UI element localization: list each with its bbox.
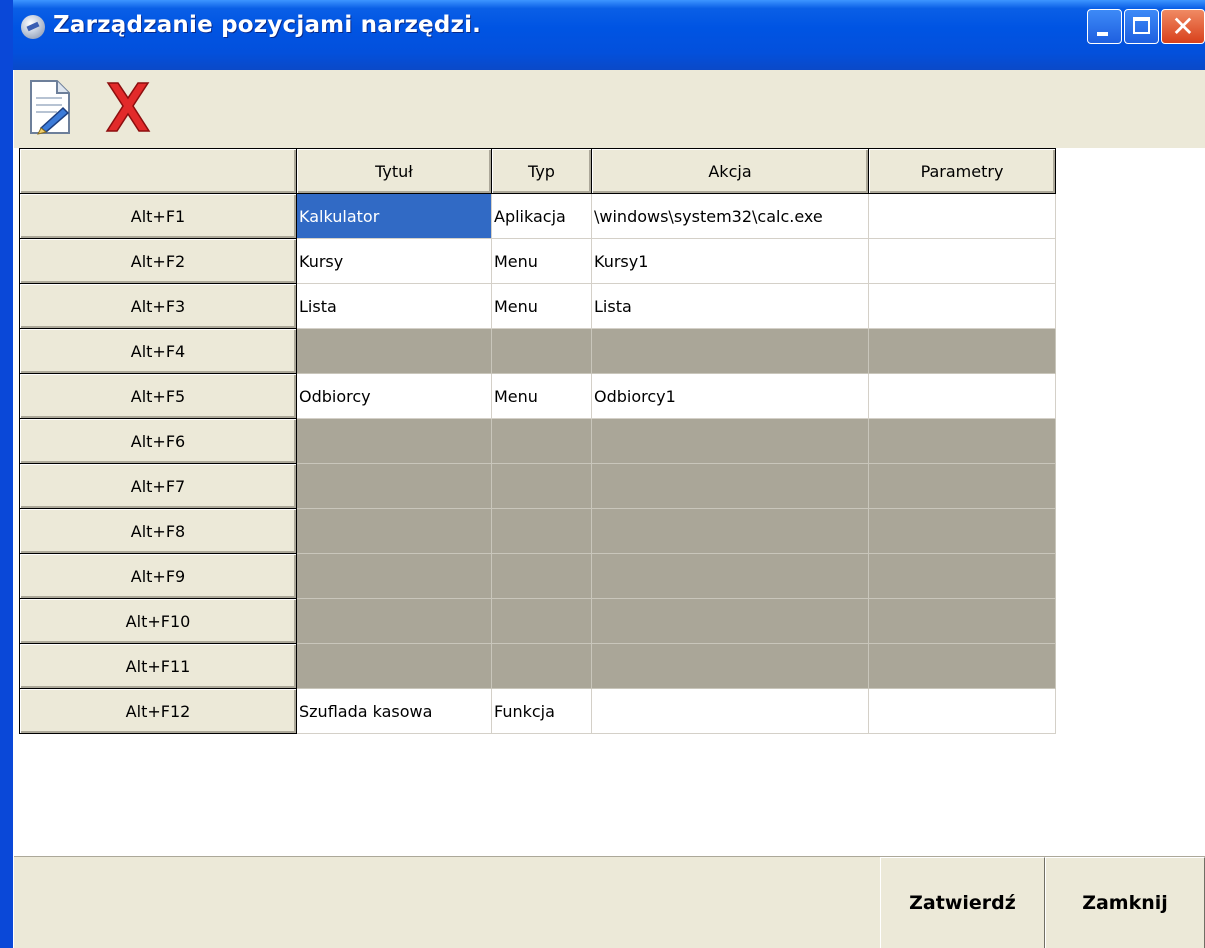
title-cell[interactable] — [296, 328, 492, 374]
action-cell[interactable] — [591, 463, 869, 509]
title-bar[interactable]: Zarządzanie pozycjami narzędzi. ✕ — [13, 0, 1205, 70]
table-row[interactable]: Alt+F4 — [19, 328, 1056, 374]
parameters-cell[interactable] — [868, 508, 1056, 554]
shortcuts-table: Tytuł Typ Akcja Parametry Alt+F1 Kalkula… — [19, 148, 1056, 734]
table-row[interactable]: Alt+F10 — [19, 598, 1056, 644]
action-cell[interactable] — [591, 643, 869, 689]
table-row[interactable]: Alt+F6 — [19, 418, 1056, 464]
row-header[interactable]: Alt+F8 — [19, 508, 297, 554]
close-icon: ✕ — [1171, 10, 1195, 43]
parameters-cell[interactable] — [868, 418, 1056, 464]
type-cell[interactable]: Menu — [491, 238, 592, 284]
type-cell[interactable] — [491, 463, 592, 509]
row-header[interactable]: Alt+F6 — [19, 418, 297, 464]
action-cell[interactable]: Lista — [591, 283, 869, 329]
new-document-icon — [30, 80, 70, 135]
row-header[interactable]: Alt+F1 — [19, 193, 297, 239]
table-row[interactable]: Alt+F9 — [19, 553, 1056, 599]
type-cell[interactable]: Menu — [491, 283, 592, 329]
column-header-type[interactable]: Typ — [491, 148, 592, 194]
parameters-cell[interactable] — [868, 193, 1056, 239]
title-cell[interactable]: Lista — [296, 283, 492, 329]
column-header-title[interactable]: Tytuł — [296, 148, 492, 194]
parameters-cell[interactable] — [868, 553, 1056, 599]
type-cell[interactable] — [491, 553, 592, 599]
type-cell[interactable] — [491, 598, 592, 644]
parameters-cell[interactable] — [868, 463, 1056, 509]
row-header[interactable]: Alt+F2 — [19, 238, 297, 284]
type-cell[interactable]: Aplikacja — [491, 193, 592, 239]
parameters-cell[interactable] — [868, 598, 1056, 644]
table-row[interactable]: Alt+F11 — [19, 643, 1056, 689]
window-title: Zarządzanie pozycjami narzędzi. — [53, 12, 482, 38]
action-cell[interactable] — [591, 553, 869, 599]
table-row[interactable]: Alt+F12 Szuflada kasowa Funkcja — [19, 688, 1056, 734]
table-row[interactable]: Alt+F1 Kalkulator Aplikacja \windows\sys… — [19, 193, 1056, 239]
row-header[interactable]: Alt+F11 — [19, 643, 297, 689]
parameters-cell[interactable] — [868, 238, 1056, 284]
action-cell[interactable] — [591, 688, 869, 734]
app-icon — [21, 15, 45, 39]
dialog-window: Zarządzanie pozycjami narzędzi. ✕ Tytuł … — [0, 0, 1205, 948]
row-header[interactable]: Alt+F5 — [19, 373, 297, 419]
bottom-bar: Zatwierdź Zamknij — [14, 856, 1205, 948]
maximize-button[interactable] — [1124, 9, 1159, 44]
row-header[interactable]: Alt+F12 — [19, 688, 297, 734]
title-cell[interactable] — [296, 463, 492, 509]
column-header-action[interactable]: Akcja — [591, 148, 869, 194]
row-header[interactable]: Alt+F9 — [19, 553, 297, 599]
title-cell[interactable]: Kursy — [296, 238, 492, 284]
type-cell[interactable] — [491, 418, 592, 464]
action-cell[interactable]: Odbiorcy1 — [591, 373, 869, 419]
title-cell[interactable] — [296, 643, 492, 689]
type-cell[interactable] — [491, 508, 592, 554]
parameters-cell[interactable] — [868, 688, 1056, 734]
table-header-row: Tytuł Typ Akcja Parametry — [19, 148, 1056, 194]
close-button[interactable]: Zamknij — [1045, 857, 1205, 948]
close-window-button[interactable]: ✕ — [1161, 9, 1205, 44]
confirm-button[interactable]: Zatwierdź — [880, 857, 1045, 948]
table-row[interactable]: Alt+F3 Lista Menu Lista — [19, 283, 1056, 329]
new-item-button[interactable] — [27, 78, 73, 136]
delete-item-button[interactable] — [102, 78, 154, 136]
parameters-cell[interactable] — [868, 328, 1056, 374]
action-cell[interactable]: \windows\system32\calc.exe — [591, 193, 869, 239]
title-cell[interactable]: Odbiorcy — [296, 373, 492, 419]
title-cell[interactable] — [296, 418, 492, 464]
parameters-cell[interactable] — [868, 643, 1056, 689]
title-cell[interactable] — [296, 598, 492, 644]
row-header[interactable]: Alt+F10 — [19, 598, 297, 644]
column-header-parameters[interactable]: Parametry — [868, 148, 1056, 194]
type-cell[interactable] — [491, 643, 592, 689]
parameters-cell[interactable] — [868, 283, 1056, 329]
action-cell[interactable] — [591, 598, 869, 644]
table-row[interactable]: Alt+F5 Odbiorcy Menu Odbiorcy1 — [19, 373, 1056, 419]
row-header[interactable]: Alt+F4 — [19, 328, 297, 374]
table-row[interactable]: Alt+F7 — [19, 463, 1056, 509]
window-frame-left-blue — [0, 0, 13, 948]
title-cell[interactable] — [296, 553, 492, 599]
type-cell[interactable]: Funkcja — [491, 688, 592, 734]
type-cell[interactable] — [491, 328, 592, 374]
row-header[interactable]: Alt+F3 — [19, 283, 297, 329]
table-row[interactable]: Alt+F2 Kursy Menu Kursy1 — [19, 238, 1056, 284]
minimize-button[interactable] — [1087, 9, 1122, 44]
title-cell[interactable] — [296, 508, 492, 554]
shortcuts-grid-area: Tytuł Typ Akcja Parametry Alt+F1 Kalkula… — [14, 148, 1205, 856]
action-cell[interactable]: Kursy1 — [591, 238, 869, 284]
parameters-cell[interactable] — [868, 373, 1056, 419]
toolbar — [14, 70, 1205, 149]
action-cell[interactable] — [591, 418, 869, 464]
title-cell[interactable]: Kalkulator — [296, 193, 492, 239]
action-cell[interactable] — [591, 508, 869, 554]
row-header[interactable]: Alt+F7 — [19, 463, 297, 509]
delete-icon — [105, 82, 151, 132]
title-cell[interactable]: Szuflada kasowa — [296, 688, 492, 734]
table-row[interactable]: Alt+F8 — [19, 508, 1056, 554]
column-header-key[interactable] — [19, 148, 297, 194]
action-cell[interactable] — [591, 328, 869, 374]
type-cell[interactable]: Menu — [491, 373, 592, 419]
